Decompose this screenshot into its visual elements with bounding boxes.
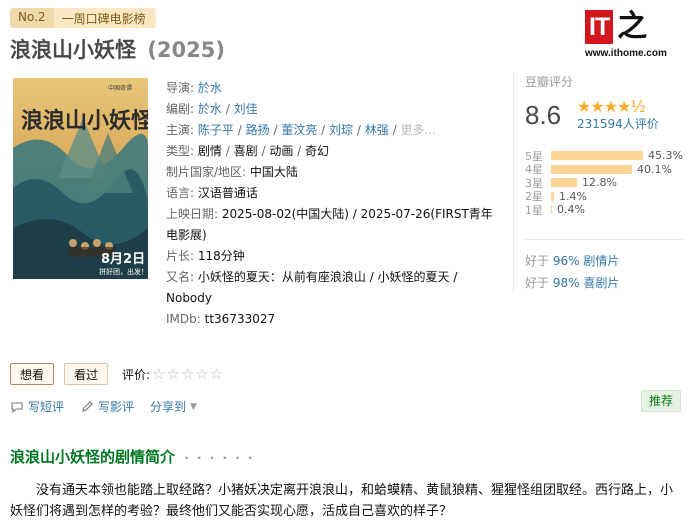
movie-info: 导演: 於水 编剧: 於水 / 刘佳 主演: 陈子平 / 路扬 / 董汶亮 / … [166,78,502,330]
rate-label: 评价: [122,367,151,382]
logo-url: www.ithome.com [585,48,667,59]
poster-top-tag: 中国奇谭 [108,84,132,92]
rating-percent: 0.4% [557,203,585,217]
runtime-value: 118分钟 [197,249,245,263]
rating-level: 1星 [525,203,543,217]
synopsis-dots: · · · · · · [184,451,255,465]
cast-link[interactable]: 陈子平 [198,123,234,137]
imdb-label: IMDb: [166,312,201,326]
douban-rating: 豆瓣评分 8.6 ★★★★½ 231594人评价 5星 45.3% 4星 40.… [513,72,683,292]
language-row: 语言: 汉语普通话 [166,183,502,204]
genre-value: 奇幻 [305,144,330,158]
better-prefix: 好于 [525,253,550,268]
genre-value: 喜剧 [233,144,258,158]
rating-bar [551,191,554,201]
rating-score: 8.6 [525,100,562,130]
rating-percent: 40.1% [637,162,672,176]
language-label: 语言: [166,186,195,200]
collect-actions: 想看 看过 评价: ☆☆☆☆☆ [10,363,224,385]
genre-row: 类型: 剧情 / 喜剧 / 动画 / 奇幻 [166,144,330,158]
better-link-comedy[interactable]: 98% 喜剧片 [553,276,620,290]
write-short-review-link[interactable]: 写短评 [10,398,64,415]
cast-link[interactable]: 路扬 [246,123,270,137]
rating-bar [551,205,552,215]
genre-value: 剧情 [197,144,222,158]
share-to-dropdown[interactable]: 分享到 ▼ [150,398,197,415]
aka-row: 又名: 小妖怪的夏天：从前有座浪浪山 / 小妖怪的夏天 / Nobody [166,267,502,309]
director-row: 导演: 於水 [166,78,502,99]
logo-it-mark: IT [585,10,614,44]
review-tools: 写短评 写影评 分享到 ▼ [10,398,213,415]
rating-votes-link[interactable]: 231594人评价 [577,117,659,131]
writer-link[interactable]: 於水 [198,102,222,116]
rating-bar [551,164,632,174]
cast-more-link[interactable]: 更多... [400,123,435,137]
writer-label: 编剧: [166,102,195,116]
genre-label: 类型: [166,144,195,158]
rank-list-name: 一周口碑电影榜 [53,8,156,28]
rating-better-than: 好于 96% 剧情片 好于 98% 喜剧片 [525,238,683,294]
rating-title: 豆瓣评分 [525,75,574,89]
synopsis-text: 没有通天本领也能踏上取经路？小猪妖决定离开浪浪山，和蛤蟆精、黄鼠狼精、猩猩怪组团… [10,483,674,519]
genre-value: 动画 [269,144,294,158]
country-row: 制片国家/地区: 中国大陆 [166,162,502,183]
writer-link[interactable]: 刘佳 [234,102,258,116]
ithome-logo: IT 之 www.ithome.com [585,10,681,66]
director-label: 导演: [166,81,195,95]
rate-stars-input[interactable]: ☆☆☆☆☆ [152,365,224,383]
better-prefix: 好于 [525,275,550,290]
director-link[interactable]: 於水 [198,81,222,95]
write-short-review-label: 写短评 [28,400,65,414]
language-value: 汉语普通话 [197,186,258,200]
movie-year: (2025) [147,38,225,62]
rating-percent: 12.8% [582,176,617,190]
share-label: 分享到 [150,400,187,414]
pencil-icon [80,400,94,414]
cast-link[interactable]: 刘琮 [329,123,353,137]
rating-percent: 1.4% [559,189,587,203]
cast-row: 主演: 陈子平 / 路扬 / 董汶亮 / 刘琮 / 林强 / 更多... [166,123,436,137]
release-label: 上映日期: [166,207,219,221]
rank-badge[interactable]: No.2 一周口碑电影榜 [10,8,156,28]
runtime-label: 片长: [166,249,195,263]
aka-value: 小妖怪的夏天：从前有座浪浪山 / 小妖怪的夏天 / Nobody [166,270,458,305]
write-review-link[interactable]: 写影评 [80,398,134,415]
aka-label: 又名: [166,270,195,284]
release-row: 上映日期: 2025-08-02(中国大陆) / 2025-07-26(FIRS… [166,204,502,246]
rating-bar [551,178,577,188]
cast-link[interactable]: 林强 [365,123,389,137]
rating-bar [551,151,643,161]
cast-link[interactable]: 董汶亮 [281,123,317,137]
comment-icon [10,400,24,414]
synopsis-heading: 浪浪山小妖怪的剧情简介 · · · · · · [10,446,255,467]
runtime-row: 片长: 118分钟 [166,246,502,267]
rank-number: No.2 [10,8,54,28]
write-review-label: 写影评 [98,400,135,414]
watched-button[interactable]: 看过 [64,363,109,385]
movie-title: 浪浪山小妖怪 [10,38,136,62]
cast-label: 主演: [166,123,195,137]
logo-zhi-mark: 之 [617,9,648,44]
rating-stars-icon: ★★★★½ [577,97,646,116]
poster-slogan: 拼好团，出发！ [99,267,148,276]
imdb-row: IMDb: tt36733027 [166,309,502,330]
writer-row: 编剧: 於水 / 刘佳 [166,102,258,116]
better-link-drama[interactable]: 96% 剧情片 [553,254,620,268]
movie-poster[interactable]: 浪浪山小妖怪 中国奇谭 8月2日 拼好团，出发！ [13,78,148,279]
synopsis-title: 浪浪山小妖怪的剧情简介 [10,448,176,466]
country-value: 中国大陆 [249,165,298,179]
rating-percent: 45.3% [648,149,683,163]
imdb-value: tt36733027 [204,312,276,326]
rating-bar-row: 1星 0.4% [525,203,683,217]
recommend-button[interactable]: 推荐 [641,390,682,412]
poster-title-text: 浪浪山小妖怪 [21,108,148,134]
want-to-watch-button[interactable]: 想看 [10,363,55,385]
chevron-down-icon: ▼ [190,401,197,412]
poster-illustration: 浪浪山小妖怪 中国奇谭 8月2日 拼好团，出发！ [13,78,148,279]
poster-date: 8月2日 [101,252,145,267]
page-title: 浪浪山小妖怪 (2025) [10,34,225,64]
country-label: 制片国家/地区: [166,165,247,179]
rating-distribution: 5星 45.3% 4星 40.1% 3星 12.8% 2星 1.4% 1星 0.… [525,149,683,217]
